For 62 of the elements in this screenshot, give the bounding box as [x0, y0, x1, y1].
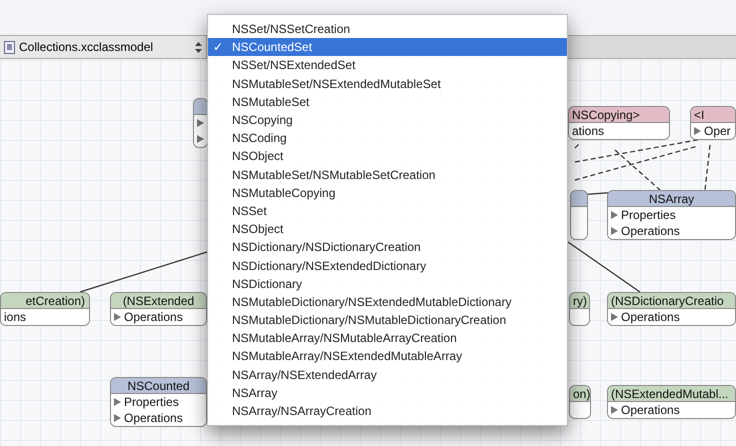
category-node[interactable]: (NSExtended Operations	[110, 292, 207, 326]
class-node[interactable]	[193, 98, 208, 148]
node-title: ry)	[573, 294, 587, 306]
category-node[interactable]: (NSDictionaryCreatio Operations	[607, 292, 736, 326]
menu-item[interactable]: NSArray/NSArrayCreation	[208, 402, 567, 420]
menu-item[interactable]: NSArray/NSExtendedArray	[208, 366, 567, 384]
menu-item[interactable]: NSMutableSet/NSMutableSetCreation	[208, 166, 567, 184]
category-node[interactable]: (NSExtendedMutabl... Operations	[607, 385, 736, 419]
menu-item[interactable]: NSMutableDictionary/NSMutableDictionaryCreation	[208, 311, 567, 330]
node-section-label: Operations	[621, 404, 680, 416]
document-icon	[4, 40, 15, 54]
node-title: (NSDictionaryCreatio	[611, 294, 724, 306]
disclosure-triangle-icon[interactable]	[611, 406, 618, 414]
disclosure-triangle-icon[interactable]	[694, 127, 701, 135]
node-title: (NSExtended	[122, 294, 194, 306]
node-section-label: ions	[4, 311, 26, 323]
protocol-node[interactable]: <I Oper	[690, 106, 736, 140]
menu-item[interactable]: NSObject	[208, 220, 567, 238]
node-title: on)	[573, 388, 590, 400]
menu-item[interactable]: NSMutableDictionary/NSExtendedMutableDictionary	[208, 292, 567, 311]
protocol-node[interactable]: NSCopying> ations	[568, 106, 670, 140]
menu-item[interactable]: NSDictionary	[208, 274, 567, 293]
menu-item[interactable]: NSDictionary/NSDictionaryCreation	[208, 238, 567, 256]
node-title: NSCopying>	[572, 108, 640, 120]
category-node[interactable]: etCreation) ions	[0, 292, 90, 326]
menu-item[interactable]: NSArray	[208, 384, 567, 402]
category-node[interactable]: ry)	[569, 292, 590, 326]
menu-item[interactable]: NSMutableArray/NSExtendedMutableArray	[208, 347, 567, 366]
class-node[interactable]: NSCounted Properties Operations	[110, 377, 207, 427]
node-title: etCreation)	[26, 294, 85, 306]
node-section-label: Operations	[124, 412, 183, 424]
menu-item[interactable]: NSCoding	[208, 129, 567, 148]
node-title: <I	[694, 108, 704, 120]
disclosure-triangle-icon[interactable]	[114, 313, 121, 321]
disclosure-triangle-icon[interactable]	[611, 313, 618, 321]
node-section-label: Oper	[704, 125, 731, 137]
node-section-label: Operations	[124, 311, 183, 323]
menu-item[interactable]: NSSet/NSExtendedSet	[208, 56, 567, 75]
menu-item[interactable]: NSMutableSet	[208, 92, 567, 111]
node-section-label: Operations	[621, 311, 680, 323]
menu-item[interactable]: NSSet/NSSetCreation	[208, 20, 567, 38]
node-title: NSArray	[648, 192, 694, 204]
menu-item[interactable]: NSCopying	[208, 110, 567, 130]
menu-item[interactable]: ✓ NSCountedSet	[208, 38, 567, 56]
menu-item[interactable]: NSMutableCopying	[208, 184, 567, 202]
node-section-label: ations	[572, 125, 604, 137]
node-section-label: Operations	[621, 225, 680, 237]
node-title: (NSExtendedMutabl...	[611, 388, 728, 400]
menu-item[interactable]: NSSet	[208, 202, 567, 220]
category-node[interactable]: on)	[569, 385, 591, 419]
node-title: NSCounted	[127, 380, 190, 392]
checkmark-icon: ✓	[213, 40, 223, 54]
menu-item[interactable]: NSObject	[208, 147, 567, 166]
menu-item[interactable]: NSDictionary/NSExtendedDictionary	[208, 256, 567, 275]
class-node[interactable]: NSArray Properties Operations	[607, 190, 736, 240]
node-section-label: Properties	[621, 209, 676, 221]
file-popup-button[interactable]: Collections.xcclassmodel	[0, 36, 207, 58]
menu-item[interactable]: NSMutableArray/NSMutableArrayCreation	[208, 329, 567, 348]
node-section-label: Properties	[124, 396, 179, 408]
class-node[interactable]	[570, 190, 588, 240]
menu-item[interactable]: NSMutableSet/NSExtendedMutableSet	[208, 74, 567, 93]
stepper-arrows-icon	[195, 42, 202, 52]
